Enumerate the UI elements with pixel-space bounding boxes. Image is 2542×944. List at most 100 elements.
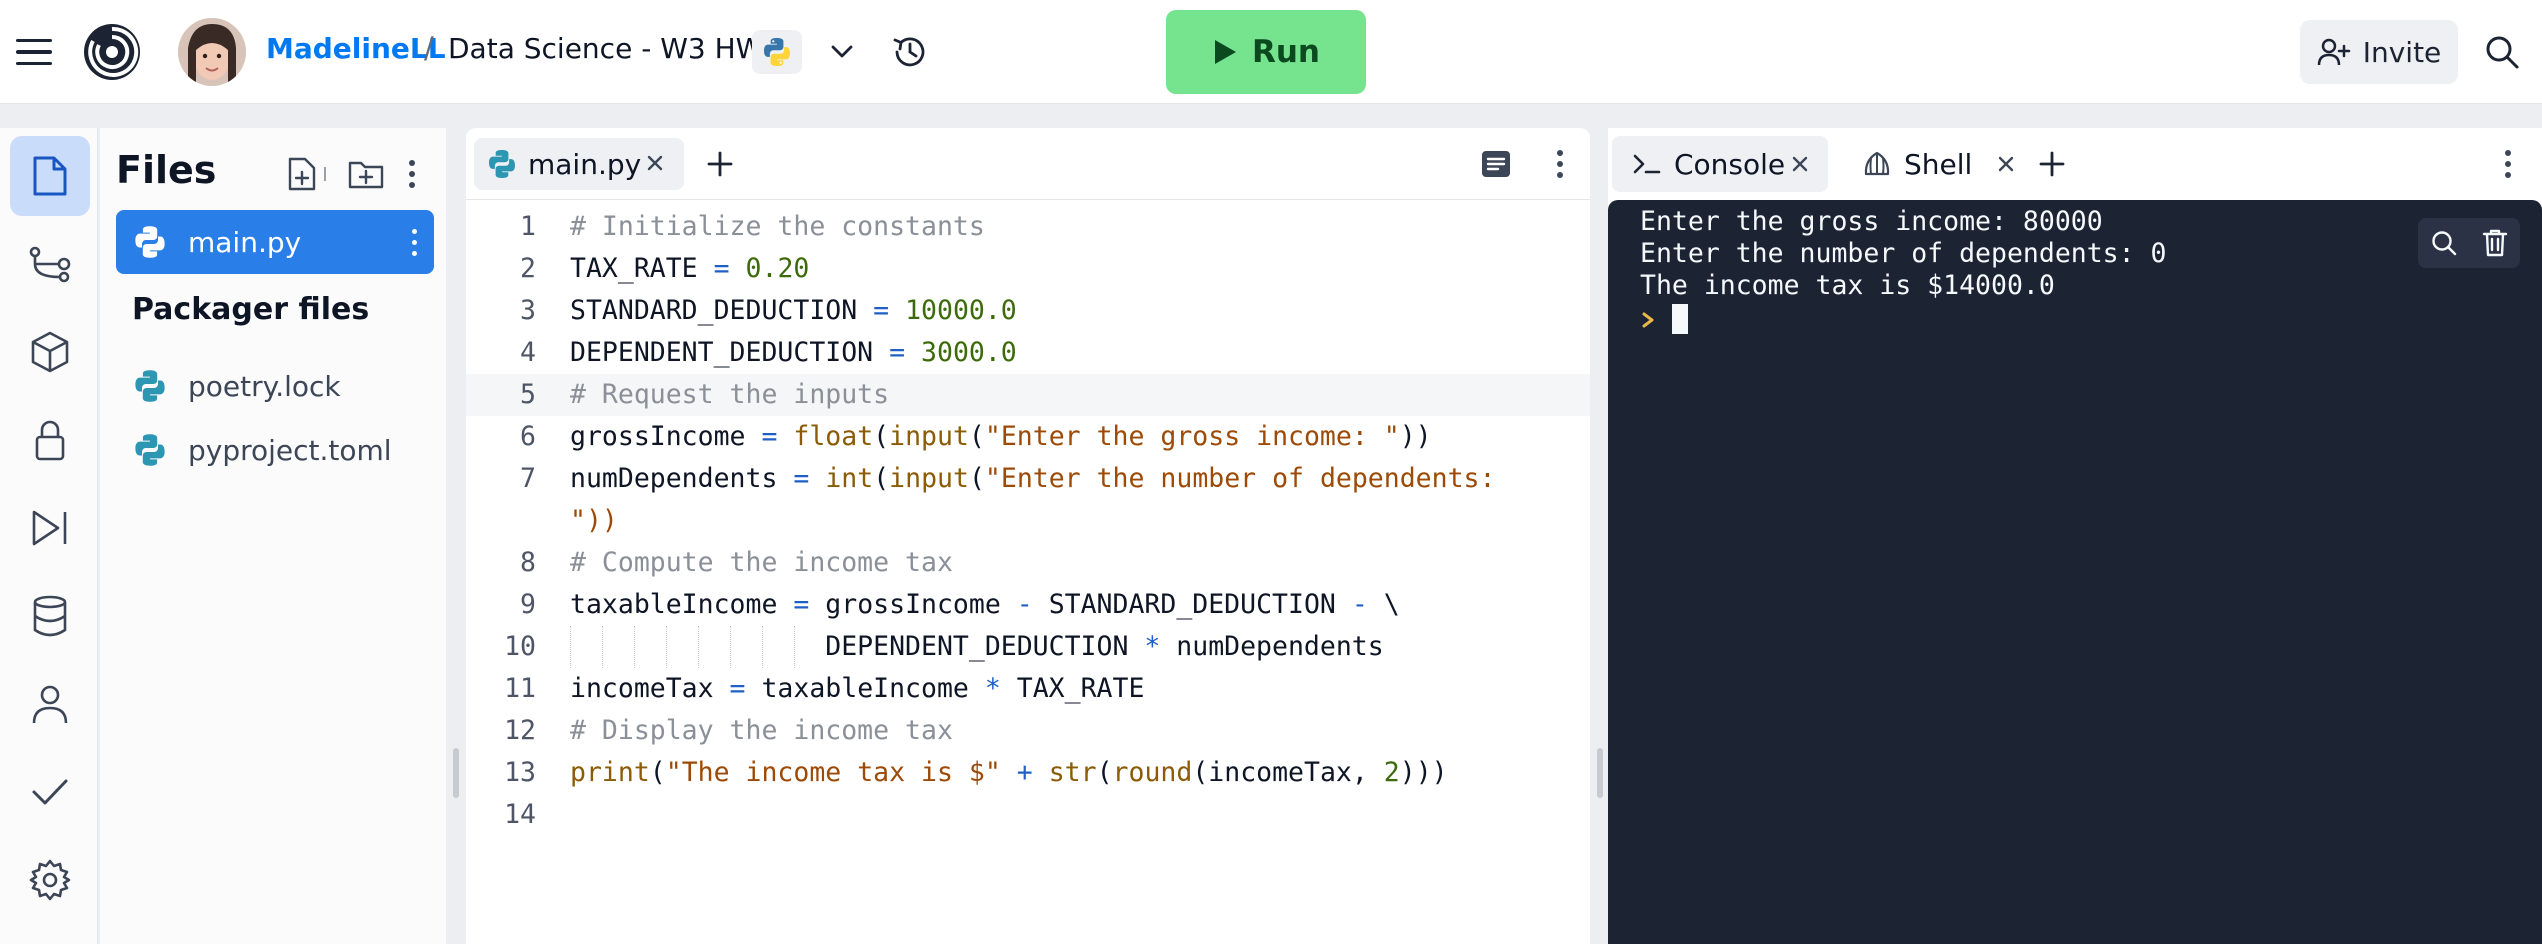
line-number: 12 [504,715,536,746]
packages-icon[interactable] [10,312,90,392]
breadcrumb-project-name[interactable]: Data Science - W3 HW [448,32,763,65]
code-text: TAX_RATE = 0.20 [570,253,810,284]
close-tab-icon[interactable] [1786,150,1814,178]
workflows-play-icon[interactable] [10,488,90,568]
python-icon [130,222,170,262]
line-number: 5 [520,379,536,410]
console-input-cursor[interactable] [1672,304,1688,334]
chevron-down-icon[interactable] [822,34,862,70]
tab-main-py[interactable]: main.py [474,138,684,190]
close-tab-icon[interactable] [1992,150,2020,178]
shell-icon [1864,151,1890,176]
close-tab-icon[interactable] [640,148,670,178]
python-language-icon[interactable] [752,30,802,74]
code-text: # Display the income tax [570,715,953,746]
user-icon[interactable] [10,664,90,744]
console-pane: Console Shell Enter the gross income: 80… [1608,128,2542,944]
tab-label: Console [1674,147,1786,181]
prompt-chevron-icon [1640,304,1674,336]
line-number: 7 [520,463,536,494]
checkmark-icon[interactable] [10,752,90,832]
code-line[interactable]: 4 DEPENDENT_DEDUCTION = 3000.0 [466,332,1590,374]
add-user-icon [2317,38,2350,66]
code-text: # Initialize the constants [570,211,985,242]
editor-console-resize-handle[interactable] [1597,748,1603,798]
code-area[interactable]: 1 # Initialize the constants 2 TAX_RATE = 0… [466,206,1590,944]
code-line[interactable]: 2 TAX_RATE = 0.20 [466,248,1590,290]
console-menu-kebab-icon[interactable] [2490,146,2526,182]
menu-hamburger-icon[interactable] [14,30,54,74]
code-line[interactable]: 10 DEPENDENT_DEDUCTION * numDependents [466,626,1590,668]
format-document-icon[interactable] [1476,146,1516,182]
git-branch-icon[interactable] [10,224,90,304]
file-item-pyproject-toml[interactable]: pyproject.toml [116,418,434,482]
add-tab-icon[interactable] [702,146,738,182]
files-menu-kebab-icon[interactable] [392,154,432,194]
file-name: poetry.lock [188,369,341,403]
files-icon[interactable] [10,136,90,216]
code-line[interactable]: 8 # Compute the income tax [466,542,1590,584]
code-line[interactable]: 11 incomeTax = taxableIncome * TAX_RATE [466,668,1590,710]
line-number: 9 [520,589,536,620]
tab-shell[interactable]: Shell [1842,136,2026,192]
editor-menu-kebab-icon[interactable] [1540,146,1580,182]
tab-label: Shell [1904,147,1973,181]
terminal-prompt-icon [1633,154,1661,174]
tool-rail [0,128,98,944]
add-tab-icon[interactable] [2034,146,2070,182]
run-button-label: Run [1251,34,1320,70]
console-output[interactable]: Enter the gross income: 80000 Enter the … [1608,200,2542,944]
clear-console-trash-icon[interactable] [2475,223,2515,263]
line-number: 2 [520,253,536,284]
code-text: DEPENDENT_DEDUCTION = 3000.0 [570,337,1017,368]
code-line[interactable]: 1 # Initialize the constants [466,206,1590,248]
search-icon[interactable] [2478,30,2526,74]
console-toolbar [2418,218,2520,268]
code-line[interactable]: 3 STANDARD_DEDUCTION = 10000.0 [466,290,1590,332]
code-line[interactable]: ")) [466,500,1590,542]
tab-console[interactable]: Console [1612,136,1828,192]
files-editor-resize-handle[interactable] [453,748,459,798]
code-line[interactable]: 14 [466,794,1590,836]
top-bar: MadelineLL / Data Science - W3 HW Run In… [0,0,2542,104]
run-button[interactable]: Run [1166,10,1366,94]
code-text: taxableIncome = grossIncome - STANDARD_D… [570,589,1400,620]
code-line[interactable]: 7 numDependents = int(input("Enter the nu… [466,458,1590,500]
line-number: 13 [504,757,536,788]
console-line: Enter the gross income: 80000 [1640,206,2103,237]
line-number: 8 [520,547,536,578]
code-line[interactable]: 9 taxableIncome = grossIncome - STANDARD_… [466,584,1590,626]
database-icon[interactable] [10,576,90,656]
new-folder-icon[interactable] [346,154,386,194]
invite-button[interactable]: Invite [2300,20,2458,84]
user-avatar[interactable] [178,18,246,86]
file-item-main-py[interactable]: main.py [116,210,434,274]
code-line[interactable]: 5 # Request the inputs [466,374,1590,416]
file-name: main.py [188,225,302,259]
code-line[interactable]: 6 grossIncome = float(input("Enter the gr… [466,416,1590,458]
line-number: 3 [520,295,536,326]
packager-files-heading: Packager files [132,292,370,327]
search-icon[interactable] [2424,223,2464,263]
line-number: 14 [504,799,536,830]
code-text: ")) [570,505,618,536]
toolbar-divider [320,154,330,194]
history-icon[interactable] [886,30,934,74]
settings-gear-icon[interactable] [10,840,90,920]
files-panel: Files main.py Packager files poetry.lock… [100,128,446,944]
python-icon [130,366,170,406]
new-file-icon[interactable] [282,154,322,194]
code-line[interactable]: 12 # Display the income tax [466,710,1590,752]
code-text: grossIncome = float(input("Enter the gro… [570,421,1432,452]
console-line: Enter the number of dependents: 0 [1640,238,2167,269]
file-item-poetry-lock[interactable]: poetry.lock [116,354,434,418]
breadcrumb-username[interactable]: MadelineLL [266,32,446,65]
python-icon [489,150,515,178]
invite-button-label: Invite [2362,35,2442,69]
secrets-lock-icon[interactable] [10,400,90,480]
file-menu-kebab-icon[interactable] [404,224,424,260]
replit-logo-icon[interactable] [80,20,144,84]
code-line[interactable]: 13 print("The income tax is $" + str(roun… [466,752,1590,794]
file-name: pyproject.toml [188,433,392,467]
line-number: 10 [504,631,536,662]
